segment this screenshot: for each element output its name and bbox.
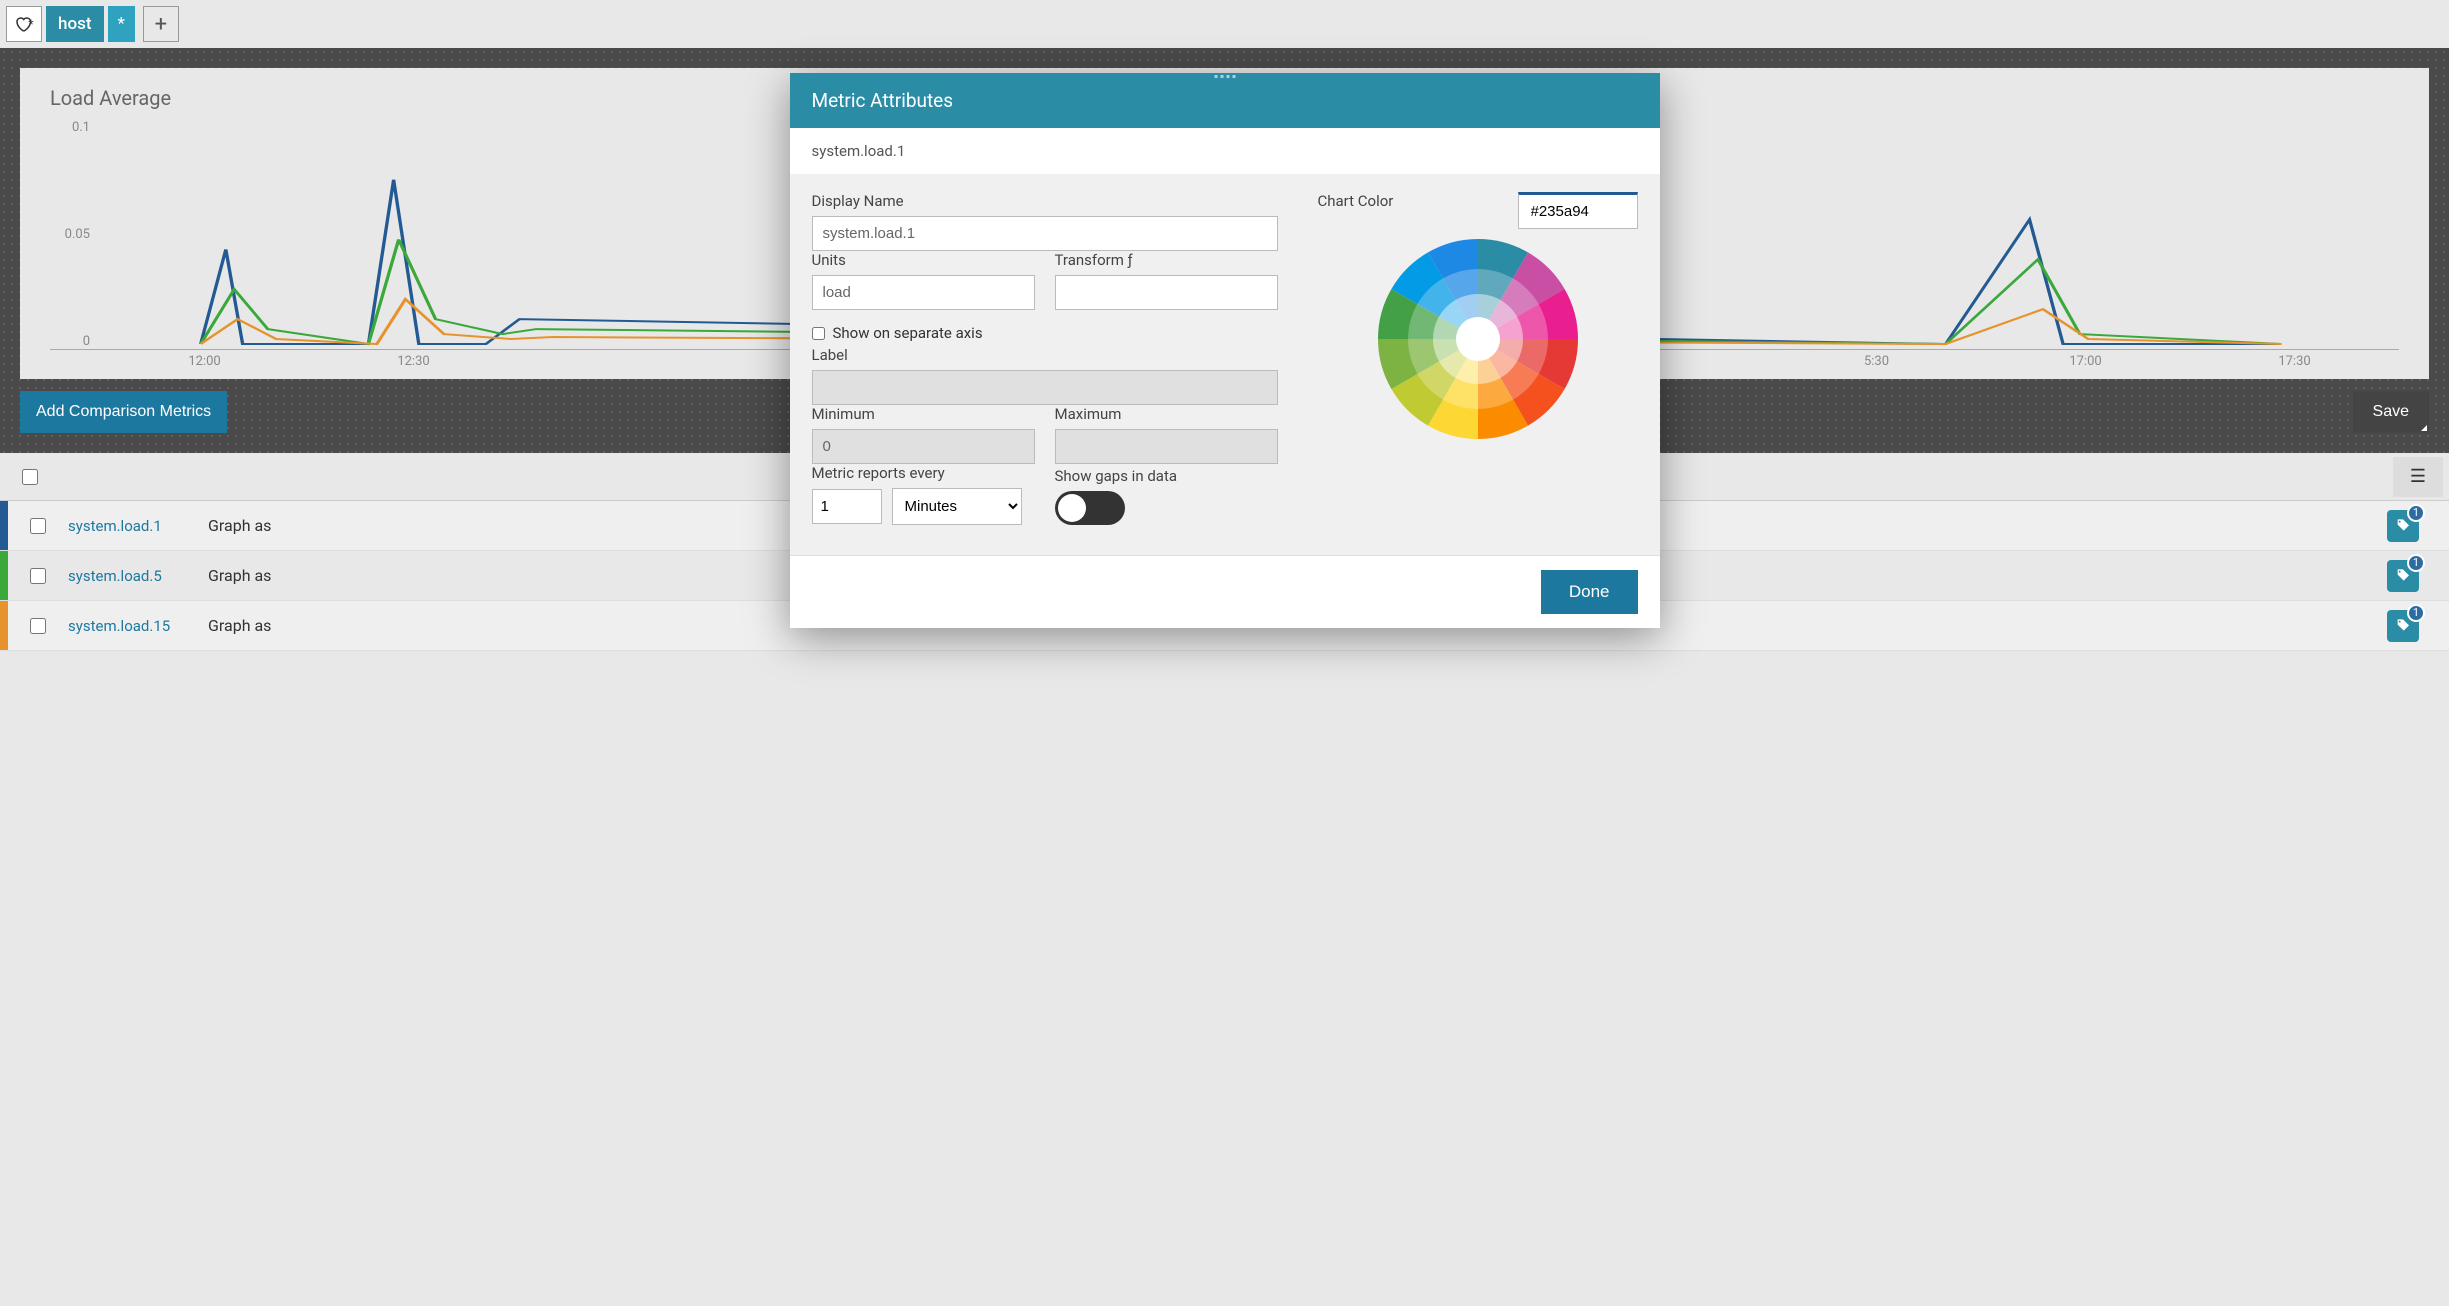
- tag-count: 1: [2407, 554, 2425, 572]
- ytick: 0.1: [72, 120, 90, 135]
- color-strip: [0, 551, 8, 600]
- metric-name-link[interactable]: system.load.1: [68, 517, 208, 535]
- metric-name-link[interactable]: system.load.15: [68, 617, 208, 635]
- color-strip: [0, 601, 8, 650]
- graph-as-label: Graph as: [208, 516, 271, 535]
- tab-bar: * host * +: [0, 0, 2449, 48]
- tag-count: 1: [2407, 504, 2425, 522]
- tag-button[interactable]: 1: [2387, 510, 2419, 542]
- maximum-label: Maximum: [1055, 405, 1278, 423]
- units-label: Units: [812, 251, 1035, 269]
- metric-name-link[interactable]: system.load.5: [68, 567, 208, 585]
- xtick: 17:00: [1981, 354, 2190, 369]
- transform-input[interactable]: [1055, 275, 1278, 310]
- row-checkbox[interactable]: [30, 618, 46, 634]
- reports-every-label: Metric reports every: [812, 464, 1035, 482]
- add-tab-button[interactable]: +: [143, 6, 179, 42]
- color-strip: [0, 501, 8, 550]
- graph-as-label: Graph as: [208, 566, 271, 585]
- separate-axis-checkbox[interactable]: [812, 327, 825, 340]
- done-button[interactable]: Done: [1541, 570, 1638, 614]
- modal-title: Metric Attributes: [812, 89, 954, 112]
- label-input: [812, 370, 1278, 405]
- display-name-input[interactable]: [812, 216, 1278, 251]
- ytick: 0.05: [65, 227, 90, 242]
- chart-color-label: Chart Color: [1318, 192, 1394, 210]
- tab-host[interactable]: host: [46, 6, 104, 42]
- select-all-checkbox[interactable]: [22, 469, 38, 485]
- xtick: 12:30: [309, 354, 518, 369]
- maximum-input: [1055, 429, 1278, 464]
- units-input[interactable]: [812, 275, 1035, 310]
- minimum-label: Minimum: [812, 405, 1035, 423]
- report-unit-select[interactable]: Minutes: [892, 488, 1022, 525]
- tab-wildcard[interactable]: *: [108, 6, 135, 42]
- report-interval-input[interactable]: [812, 489, 882, 524]
- metric-attributes-modal: Metric Attributes system.load.1 Display …: [790, 73, 1660, 628]
- display-name-label: Display Name: [812, 192, 1278, 210]
- modal-header: Metric Attributes: [790, 73, 1660, 128]
- tag-button[interactable]: 1: [2387, 610, 2419, 642]
- color-wheel[interactable]: [1378, 239, 1578, 439]
- label-label: Label: [812, 346, 1278, 364]
- workspace: Load Average 0.1 0.05 0 12:00 12:30 5:30…: [0, 48, 2449, 453]
- drag-grip-icon[interactable]: [1214, 75, 1235, 78]
- tag-button[interactable]: 1: [2387, 560, 2419, 592]
- show-gaps-toggle[interactable]: [1055, 491, 1125, 525]
- ytick: 0: [83, 334, 90, 349]
- xtick: 17:30: [2190, 354, 2399, 369]
- row-checkbox[interactable]: [30, 518, 46, 534]
- xtick: 12:00: [100, 354, 309, 369]
- chart-color-input[interactable]: [1518, 192, 1638, 229]
- separate-axis-label: Show on separate axis: [833, 324, 983, 342]
- xtick: 5:30: [1772, 354, 1981, 369]
- favorite-tab-icon[interactable]: *: [6, 6, 42, 42]
- graph-as-label: Graph as: [208, 616, 271, 635]
- menu-icon[interactable]: ☰: [2393, 457, 2443, 497]
- minimum-input: [812, 429, 1035, 464]
- row-checkbox[interactable]: [30, 568, 46, 584]
- transform-label: Transform ƒ: [1055, 251, 1278, 269]
- add-comparison-metrics-button[interactable]: Add Comparison Metrics: [20, 391, 227, 433]
- modal-metric-name: system.load.1: [790, 128, 1660, 174]
- show-gaps-label: Show gaps in data: [1055, 467, 1278, 485]
- tag-count: 1: [2407, 604, 2425, 622]
- save-button[interactable]: Save: [2353, 391, 2429, 433]
